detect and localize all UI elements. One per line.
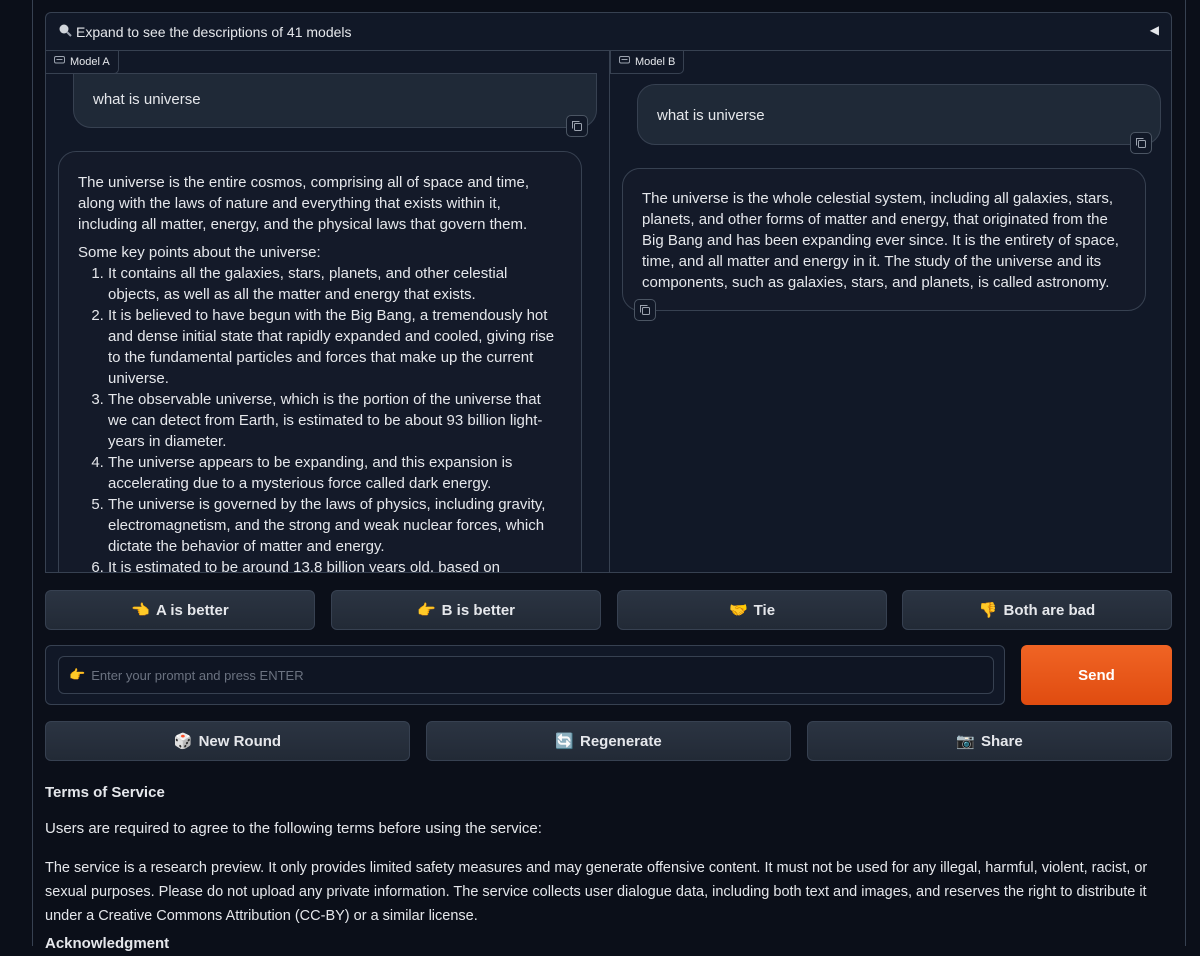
- list-item: The universe appears to be expanding, an…: [108, 452, 562, 494]
- a-is-better-button[interactable]: 👈 A is better: [45, 590, 315, 630]
- model-a-reply-list-heading: Some key points about the universe:: [78, 244, 321, 261]
- acknowledgment-heading: Acknowledgment: [45, 935, 170, 952]
- model-a-user-message: what is universe: [73, 73, 597, 128]
- model-b-panel[interactable]: Model B what is universe The universe is…: [610, 51, 1171, 572]
- thumbs-down-icon: 👎: [978, 602, 998, 619]
- chat-icon: [619, 56, 630, 68]
- regenerate-button[interactable]: 🔄 Regenerate: [426, 721, 791, 761]
- model-a-user-text: what is universe: [93, 91, 201, 108]
- tos-heading: Terms of Service: [45, 784, 165, 801]
- handshake-icon: 🤝: [728, 602, 748, 619]
- chat-icon: [54, 56, 65, 68]
- model-a-label: Model A: [46, 51, 119, 74]
- model-b-user-text: what is universe: [657, 107, 765, 124]
- model-a-panel[interactable]: Model A what is universe The universe is…: [46, 51, 610, 572]
- both-are-bad-label: Both are bad: [1003, 601, 1096, 619]
- collapse-triangle-icon[interactable]: ◀: [1150, 23, 1159, 37]
- hand-point-right-icon: 👉: [416, 602, 436, 619]
- copy-icon[interactable]: [634, 299, 656, 321]
- prompt-input[interactable]: 👉 Enter your prompt and press ENTER: [58, 656, 994, 694]
- model-b-reply: The universe is the whole celestial syst…: [622, 168, 1146, 311]
- regenerate-label: Regenerate: [579, 732, 662, 750]
- models-accordion[interactable]: Expand to see the descriptions of 41 mod…: [45, 12, 1172, 50]
- send-button[interactable]: Send: [1021, 645, 1172, 705]
- new-round-button[interactable]: 🎲 New Round: [45, 721, 410, 761]
- model-b-label: Model B: [610, 51, 685, 74]
- b-is-better-button[interactable]: 👉 B is better: [331, 590, 601, 630]
- hand-point-right-icon: 👉: [69, 667, 86, 682]
- refresh-icon: 🔄: [555, 733, 574, 750]
- tie-label: Tie: [753, 601, 776, 619]
- tos-intro: Users are required to agree to the follo…: [45, 820, 542, 837]
- list-item: The observable universe, which is the po…: [108, 389, 562, 452]
- share-label: Share: [980, 732, 1023, 750]
- tie-button[interactable]: 🤝 Tie: [617, 590, 887, 630]
- model-a-reply-points: It contains all the galaxies, stars, pla…: [78, 263, 562, 572]
- camera-icon: 📷: [956, 733, 975, 750]
- b-is-better-label: B is better: [441, 601, 516, 619]
- model-b-user-message: what is universe: [637, 84, 1161, 145]
- prompt-container: 👉 Enter your prompt and press ENTER: [45, 645, 1005, 705]
- list-item: It contains all the galaxies, stars, pla…: [108, 263, 562, 305]
- tos-body: The service is a research preview. It on…: [45, 860, 1148, 924]
- model-b-reply-text: The universe is the whole celestial syst…: [642, 190, 1119, 291]
- model-a-reply: The universe is the entire cosmos, compr…: [58, 151, 582, 572]
- copy-icon[interactable]: [1130, 132, 1152, 154]
- hand-point-left-icon: 👈: [131, 602, 150, 619]
- model-a-label-text: Model A: [70, 56, 110, 68]
- list-item: The universe is governed by the laws of …: [108, 494, 562, 557]
- magnifier-icon: [58, 23, 72, 40]
- both-are-bad-button[interactable]: 👎 Both are bad: [902, 590, 1172, 630]
- model-a-reply-intro: The universe is the entire cosmos, compr…: [78, 174, 530, 233]
- prompt-placeholder: Enter your prompt and press ENTER: [91, 667, 304, 683]
- model-b-label-text: Model B: [635, 56, 676, 68]
- send-label: Send: [1078, 666, 1115, 684]
- share-button[interactable]: 📷 Share: [807, 721, 1172, 761]
- accordion-title[interactable]: Expand to see the descriptions of 41 mod…: [58, 23, 352, 40]
- new-round-label: New Round: [198, 732, 282, 750]
- list-item: It is estimated to be around 13.8 billio…: [108, 557, 562, 572]
- accordion-title-text: Expand to see the descriptions of 41 mod…: [76, 23, 352, 40]
- copy-icon[interactable]: [566, 115, 588, 137]
- chat-panels: Model A what is universe The universe is…: [45, 50, 1172, 573]
- dice-icon: 🎲: [173, 733, 193, 750]
- list-item: It is believed to have begun with the Bi…: [108, 305, 562, 389]
- a-is-better-label: A is better: [155, 601, 229, 619]
